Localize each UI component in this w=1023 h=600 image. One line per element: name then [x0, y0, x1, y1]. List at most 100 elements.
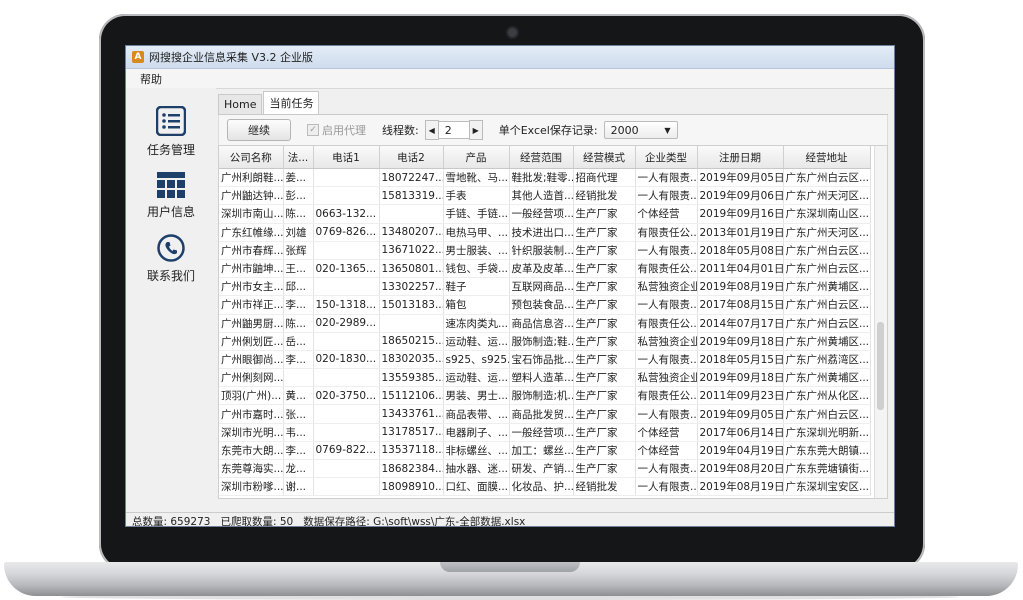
table-cell: 广州利朗鞋... [219, 168, 284, 188]
vertical-scrollbar[interactable] [874, 146, 887, 498]
table-cell: 生产厂家 [573, 423, 636, 442]
excel-records-label: 单个Excel保存记录: [498, 124, 598, 137]
table-cell: 广州俐刻网... [219, 368, 284, 388]
table-cell: 广东红帷缘... [219, 223, 284, 242]
table-row[interactable]: 广东红帷缘... 刘雄 0769-826... 13480207... 电热马甲、...… [219, 223, 871, 242]
window-title: 网搜搜企业信息采集 V3.2 企业版 [149, 51, 314, 64]
table-row[interactable]: 广州市鼬坤... 王... 020-1365... 13650801... 钱包、手袋.… [219, 259, 871, 279]
table-row[interactable]: 深圳市光明... 韦... 13178517... 电器刷子、... 一般经营项... 生… [219, 423, 871, 442]
table-cell: 一人有限责... [635, 295, 698, 315]
spinner-increment-icon[interactable]: ▶ [468, 120, 483, 140]
table-row[interactable]: 广州俐划匠... 岳... 18650215... 运动鞋、运... 服饰制造;鞋...… [219, 332, 871, 351]
table-row[interactable]: 广州鼬男厨... 陈... 020-2989... 速冻肉类丸... 商品信息咨... 生… [219, 314, 871, 333]
column-header[interactable]: 经营范围 [509, 146, 574, 169]
table-row[interactable]: 广州市女主... 邱... 13302257... 鞋子 互联网商品... 生产厂家 私营独… [219, 277, 871, 297]
sidebar-item-user-info[interactable]: 用户信息 [126, 172, 216, 220]
table-cell: 2019年09月05日 [697, 404, 784, 424]
table-cell: 男士服装、... [443, 241, 510, 260]
table-cell: 陈... [283, 204, 314, 224]
table-cell: 18098910... [379, 477, 444, 497]
table-cell: 一人有限责... [635, 477, 698, 497]
table-cell: 广州鼬男厨... [219, 314, 284, 333]
task-list-icon [155, 105, 187, 139]
table-cell: 深圳市南山... [219, 204, 284, 224]
tab-current-task[interactable]: 当前任务 [263, 91, 320, 114]
table-cell: 有限责任公... [635, 259, 698, 279]
table-cell: 0769-826... [313, 223, 380, 242]
table-cell: 东莞尊海实... [219, 459, 284, 479]
threads-spinner[interactable]: ◀ 2 ▶ [424, 120, 483, 140]
table-cell: 李... [283, 441, 314, 461]
table-cell: 研发、产销... [509, 459, 574, 479]
tab-strip: Home 当前任务 [218, 91, 888, 115]
column-header[interactable]: 经营地址 [783, 146, 871, 169]
sidebar-item-contact-us[interactable]: 联系我们 [126, 234, 216, 284]
table-row[interactable]: 广州市嘉时... 张... 13433761... 商品表带、... 商品批发贸... 生… [219, 404, 871, 424]
threads-value[interactable]: 2 [438, 121, 469, 139]
column-header[interactable]: 公司名称 [219, 146, 284, 169]
table-row[interactable]: 广州市春辉... 张辉 13671022... 男士服装、... 针织服装制... 生产厂… [219, 241, 871, 260]
table-cell: 2019年04月19日 [697, 441, 784, 461]
proxy-checkbox[interactable]: ✓ 启用代理 [307, 122, 366, 138]
table-cell: 生产厂家 [573, 332, 636, 351]
column-header[interactable]: 电话1 [313, 146, 380, 169]
table-row[interactable]: 广州眼御尚... 李... 020-1830... 18302035... s925、s… [219, 350, 871, 370]
excel-records-value: 2000 [610, 123, 639, 137]
tab-home[interactable]: Home [218, 94, 263, 114]
table-cell: 广州俐划匠... [219, 332, 284, 351]
table-cell: 2011年04月01日 [697, 259, 784, 279]
excel-records-select[interactable]: 2000 ▼ [603, 121, 678, 139]
continue-button[interactable]: 继续 [227, 119, 291, 141]
table-row[interactable]: 顶羽(广州)... 黄... 020-3750... 15112106... 男装、男士… [219, 386, 871, 406]
table-cell: 2019年09月06日 [697, 186, 784, 206]
table-cell [379, 314, 444, 333]
table-cell: 广东广州白云区... [783, 259, 871, 279]
table-cell: s925、s925... [443, 350, 510, 370]
table-cell: 广东深圳宝安区... [783, 477, 871, 497]
table-cell: 18072247... [379, 168, 444, 188]
table-cell: 广东广州白云区... [783, 404, 871, 424]
table-cell: 0663-132... [313, 204, 380, 224]
table-row[interactable]: 广州利朗鞋... 姜... 18072247... 雪地靴、马... 鞋批发;鞋零...… [219, 168, 871, 188]
table-cell: 速冻肉类丸... [443, 314, 510, 333]
table-row[interactable]: 深圳市南山... 陈... 0663-132... 手链、手链... 一般经营项... 生… [219, 204, 871, 224]
table-row[interactable]: 东莞市大朗... 李... 0769-822... 13537118... 非标螺丝、.… [219, 441, 871, 461]
table-cell: 龙... [283, 459, 314, 479]
table-cell: 2019年08月19日 [697, 477, 784, 497]
table-cell: 经销批发 [573, 186, 636, 206]
table-cell: 有限责任公... [635, 314, 698, 333]
table-row[interactable]: 深圳市粉嗲... 谢... 18098910... 口红、面膜... 化妆品、护... 经… [219, 477, 871, 497]
sidebar-item-task-management[interactable]: 任务管理 [126, 105, 216, 158]
table-cell: 广州市春辉... [219, 241, 284, 260]
column-header[interactable]: 企业类型 [635, 146, 698, 169]
table-cell: 鞋子 [443, 277, 510, 297]
proxy-checkbox-label: 启用代理 [322, 124, 366, 137]
column-header[interactable]: 经营模式 [573, 146, 636, 169]
table-cell: 个体经营 [635, 441, 698, 461]
table-row[interactable]: 广州鼬达钟... 彭... 15813319... 手表 其他人造首... 经销批发 一人有… [219, 186, 871, 206]
column-header[interactable]: 注册日期 [697, 146, 784, 169]
table-cell: 广东广州从化区... [783, 386, 871, 406]
table-cell: 13671022... [379, 241, 444, 260]
spinner-decrement-icon[interactable]: ◀ [424, 120, 439, 140]
table-row[interactable]: 广州俐刻网... 13559385... 运动鞋、运... 塑料人造革... 生产厂家私… [219, 368, 871, 388]
table-cell: 2017年06月14日 [697, 423, 784, 442]
table-cell: 雪地靴、马... [443, 168, 510, 188]
menu-bar: 帮助 [126, 69, 894, 89]
app-icon: A [132, 51, 144, 63]
scrollbar-thumb[interactable] [877, 322, 884, 410]
column-header[interactable]: 法... [283, 146, 314, 169]
table-cell: 13178517... [379, 423, 444, 442]
column-header[interactable]: 电话2 [379, 146, 444, 169]
table-row[interactable]: 东莞尊海实... 龙... 18682384... 抽水器、迷... 研发、产销... 生… [219, 459, 871, 479]
menu-help[interactable]: 帮助 [140, 71, 162, 87]
table-row[interactable]: 广州市祥正... 李... 150-1318... 15013183... 箱包 预包装食… [219, 295, 871, 315]
table-cell: 150-1318... [313, 295, 380, 315]
table-cell: 钱包、手袋... [443, 259, 510, 279]
table-cell: 2018年05月08日 [697, 241, 784, 260]
column-header[interactable]: 产品 [443, 146, 510, 169]
table-cell: 鞋批发;鞋零... [509, 168, 574, 188]
results-table: 公司名称 法... 电话1 电话2 产品 经营范围 经营模式 企业类型 注册日期 经营地址 广州利… [219, 146, 871, 497]
threads-label: 线程数: [382, 124, 419, 137]
table-cell: 口红、面膜... [443, 477, 510, 497]
